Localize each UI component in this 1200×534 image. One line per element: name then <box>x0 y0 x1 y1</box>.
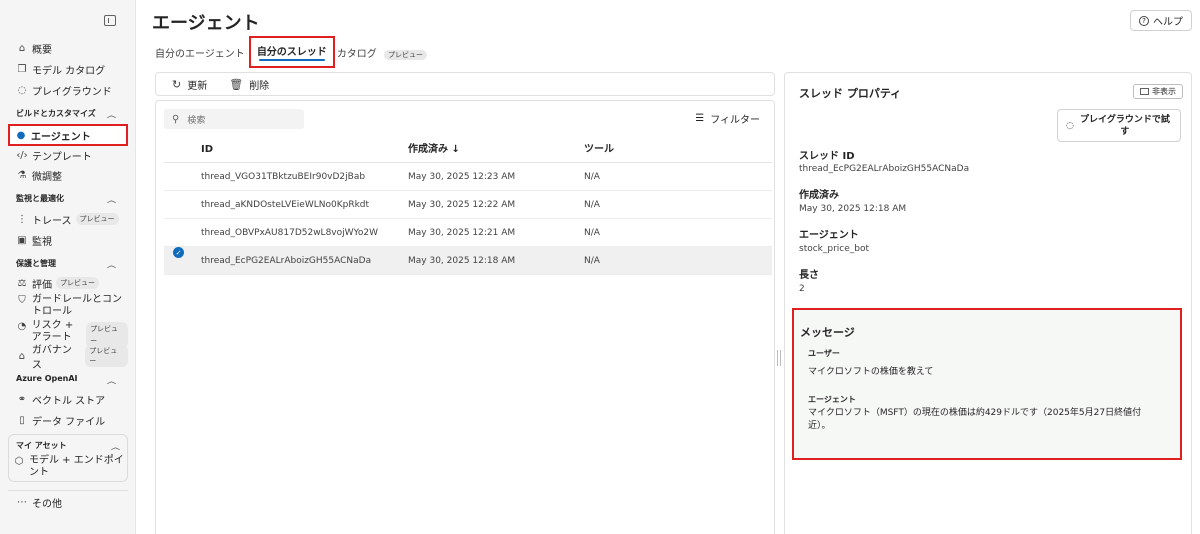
more-icon: ⋯ <box>17 496 27 508</box>
preview-badge: プレビュー <box>85 345 128 367</box>
sidebar-item-overview[interactable]: ⌂ 概要 <box>8 38 128 58</box>
user-message: マイクロソフトの株価を教えて <box>808 367 934 377</box>
agent-label: エージェント <box>799 230 859 241</box>
search-input[interactable]: ⚲ 検索 <box>164 109 304 129</box>
created-label: 作成済み <box>799 190 839 201</box>
group-my-assets[interactable]: マイ アセット ︿ <box>16 440 120 451</box>
sidebar-item-more[interactable]: ⋯ その他 <box>8 492 128 512</box>
search-icon: ⚲ <box>172 113 180 125</box>
group-protect[interactable]: 保護と管理 ︿ <box>16 258 116 269</box>
column-header-tools[interactable]: ツール <box>584 137 614 163</box>
resize-handle[interactable] <box>777 350 781 366</box>
checkmark-icon[interactable]: ✓ <box>173 247 184 258</box>
agent-role-label: エージェント <box>808 395 856 404</box>
column-header-id[interactable]: ID <box>201 137 213 163</box>
alert-icon: ◔ <box>17 321 27 332</box>
file-icon: ▯ <box>19 414 25 426</box>
collapse-sidebar-icon[interactable] <box>104 15 116 26</box>
tab-catalog[interactable]: カタログ プレビュー <box>337 41 427 64</box>
shield-icon: ⛉ <box>18 295 26 306</box>
link-icon: ⚭ <box>17 393 27 405</box>
my-assets-section: マイ アセット ︿ ⬡ モデル + エンドポイント <box>8 434 128 482</box>
messages-section: メッセージ ユーザー マイクロソフトの株価を教えて エージェント マイクロソフト… <box>792 308 1182 460</box>
sidebar-item-vector-store[interactable]: ⚭ ベクトル ストア <box>8 389 128 409</box>
filter-icon: ☰ <box>695 113 705 124</box>
sidebar: ⌂ 概要 ❒ モデル カタログ ◌ プレイグラウンド ビルドとカスタマイズ ︿ … <box>0 0 136 534</box>
sidebar-item-guardrails[interactable]: ⛉ ガードレールとコントロール <box>8 294 128 320</box>
preview-badge: プレビュー <box>56 277 99 289</box>
sidebar-item-playground[interactable]: ◌ プレイグラウンド <box>8 80 128 100</box>
tab-my-agents[interactable]: 自分のエージェント <box>155 41 245 64</box>
table-header: ID 作成済み ↓ ツール <box>164 137 772 163</box>
preview-badge: プレビュー <box>75 213 119 225</box>
bank-icon: ⌂ <box>18 350 26 362</box>
sidebar-item-templates[interactable]: ‹/› テンプレート <box>8 145 128 165</box>
column-header-created[interactable]: 作成済み ↓ <box>408 137 460 163</box>
flask-icon: ⚗ <box>17 169 27 181</box>
page-title: エージェント <box>152 13 260 34</box>
length-value: 2 <box>799 284 805 294</box>
refresh-button[interactable]: ↻ 更新 <box>172 77 207 92</box>
refresh-icon: ↻ <box>172 77 182 91</box>
delete-button[interactable]: 🗑 削除 <box>229 77 269 92</box>
chat-icon: ◌ <box>1066 120 1074 131</box>
thread-properties-panel: スレッド プロパティ 非表示 ◌ プレイグラウンドで試す スレッド ID thr… <box>784 72 1192 534</box>
home-icon: ⌂ <box>18 42 26 54</box>
active-tab-indicator <box>258 59 325 61</box>
sidebar-item-monitor[interactable]: ▣ 監視 <box>8 230 128 250</box>
thread-list-panel: ⚲ 検索 ☰ フィルター ID 作成済み ↓ ツール thread_VGO31T… <box>155 100 775 534</box>
chat-icon: ◌ <box>17 84 27 96</box>
toolbar: ↻ 更新 🗑 削除 <box>155 72 775 96</box>
agent-value: stock_price_bot <box>799 244 870 254</box>
created-value: May 30, 2025 12:18 AM <box>799 204 907 214</box>
preview-badge: プレビュー <box>384 49 427 60</box>
thread-id-label: スレッド ID <box>799 151 855 162</box>
sidebar-item-trace[interactable]: ⋮ トレース プレビュー <box>8 209 128 229</box>
sidebar-item-models-endpoints[interactable]: ⬡ モデル + エンドポイント <box>9 455 127 481</box>
panel-hide-icon <box>1140 88 1149 95</box>
sidebar-item-data-files[interactable]: ▯ データ ファイル <box>8 410 128 430</box>
agent-message: マイクロソフト（MSFT）の現在の株価は約429ドルです（2025年5月27日終… <box>808 408 1142 431</box>
trash-icon: 🗑 <box>229 77 244 91</box>
messages-title: メッセージ <box>800 326 855 339</box>
chevron-up-icon: ︿ <box>106 378 116 386</box>
monitor-icon: ▣ <box>17 234 27 246</box>
thread-id-value: thread_EcPG2EALrAboizGH55ACNaDa <box>799 164 970 174</box>
group-build[interactable]: ビルドとカスタマイズ ︿ <box>16 108 116 119</box>
sidebar-item-agents[interactable]: ● エージェント <box>8 124 128 146</box>
sidebar-item-model-catalog[interactable]: ❒ モデル カタログ <box>8 59 128 79</box>
code-icon: ‹/› <box>16 149 28 161</box>
hide-button[interactable]: 非表示 <box>1133 84 1183 99</box>
sidebar-item-governance[interactable]: ⌂ ガバナンス プレビュー <box>8 345 128 371</box>
sidebar-divider <box>8 490 128 491</box>
table-row-selected[interactable]: ✓ thread_EcPG2EALrAboizGH55ACNaDa May 30… <box>164 247 772 275</box>
chevron-up-icon: ︿ <box>110 444 120 452</box>
try-in-playground-button[interactable]: ◌ プレイグラウンドで試す <box>1057 109 1181 142</box>
chevron-up-icon: ︿ <box>106 262 116 270</box>
table-row[interactable]: thread_aKNDOsteLVEieWLNo0KpRkdt May 30, … <box>164 191 772 219</box>
agent-icon: ● <box>16 129 26 141</box>
chevron-up-icon: ︿ <box>106 112 116 120</box>
group-azure-openai[interactable]: Azure OpenAI ︿ <box>16 374 116 386</box>
properties-title: スレッド プロパティ <box>799 87 902 100</box>
tab-my-threads[interactable]: 自分のスレッド <box>248 36 335 68</box>
tab-bar: 自分のエージェント 自分のスレッド カタログ プレビュー <box>155 36 437 68</box>
cube-icon: ⬡ <box>14 456 24 467</box>
sidebar-item-evaluation[interactable]: ⚖ 評価 プレビュー <box>8 273 128 293</box>
help-button[interactable]: ? ヘルプ <box>1130 10 1192 31</box>
chevron-up-icon: ︿ <box>106 197 116 205</box>
question-icon: ? <box>1139 15 1149 26</box>
group-monitor[interactable]: 監視と最適化 ︿ <box>16 193 116 204</box>
sidebar-item-finetune[interactable]: ⚗ 微調整 <box>8 165 128 185</box>
filter-button[interactable]: ☰ フィルター <box>695 111 760 126</box>
catalog-icon: ❒ <box>17 63 27 75</box>
trace-icon: ⋮ <box>17 213 27 225</box>
user-role-label: ユーザー <box>808 349 840 358</box>
length-label: 長さ <box>799 270 819 281</box>
table-row[interactable]: thread_VGO31TBktzuBEIr90vD2jBab May 30, … <box>164 163 772 191</box>
table-row[interactable]: thread_OBVPxAU817D52wL8vojWYo2W May 30, … <box>164 219 772 247</box>
scale-icon: ⚖ <box>17 277 27 289</box>
